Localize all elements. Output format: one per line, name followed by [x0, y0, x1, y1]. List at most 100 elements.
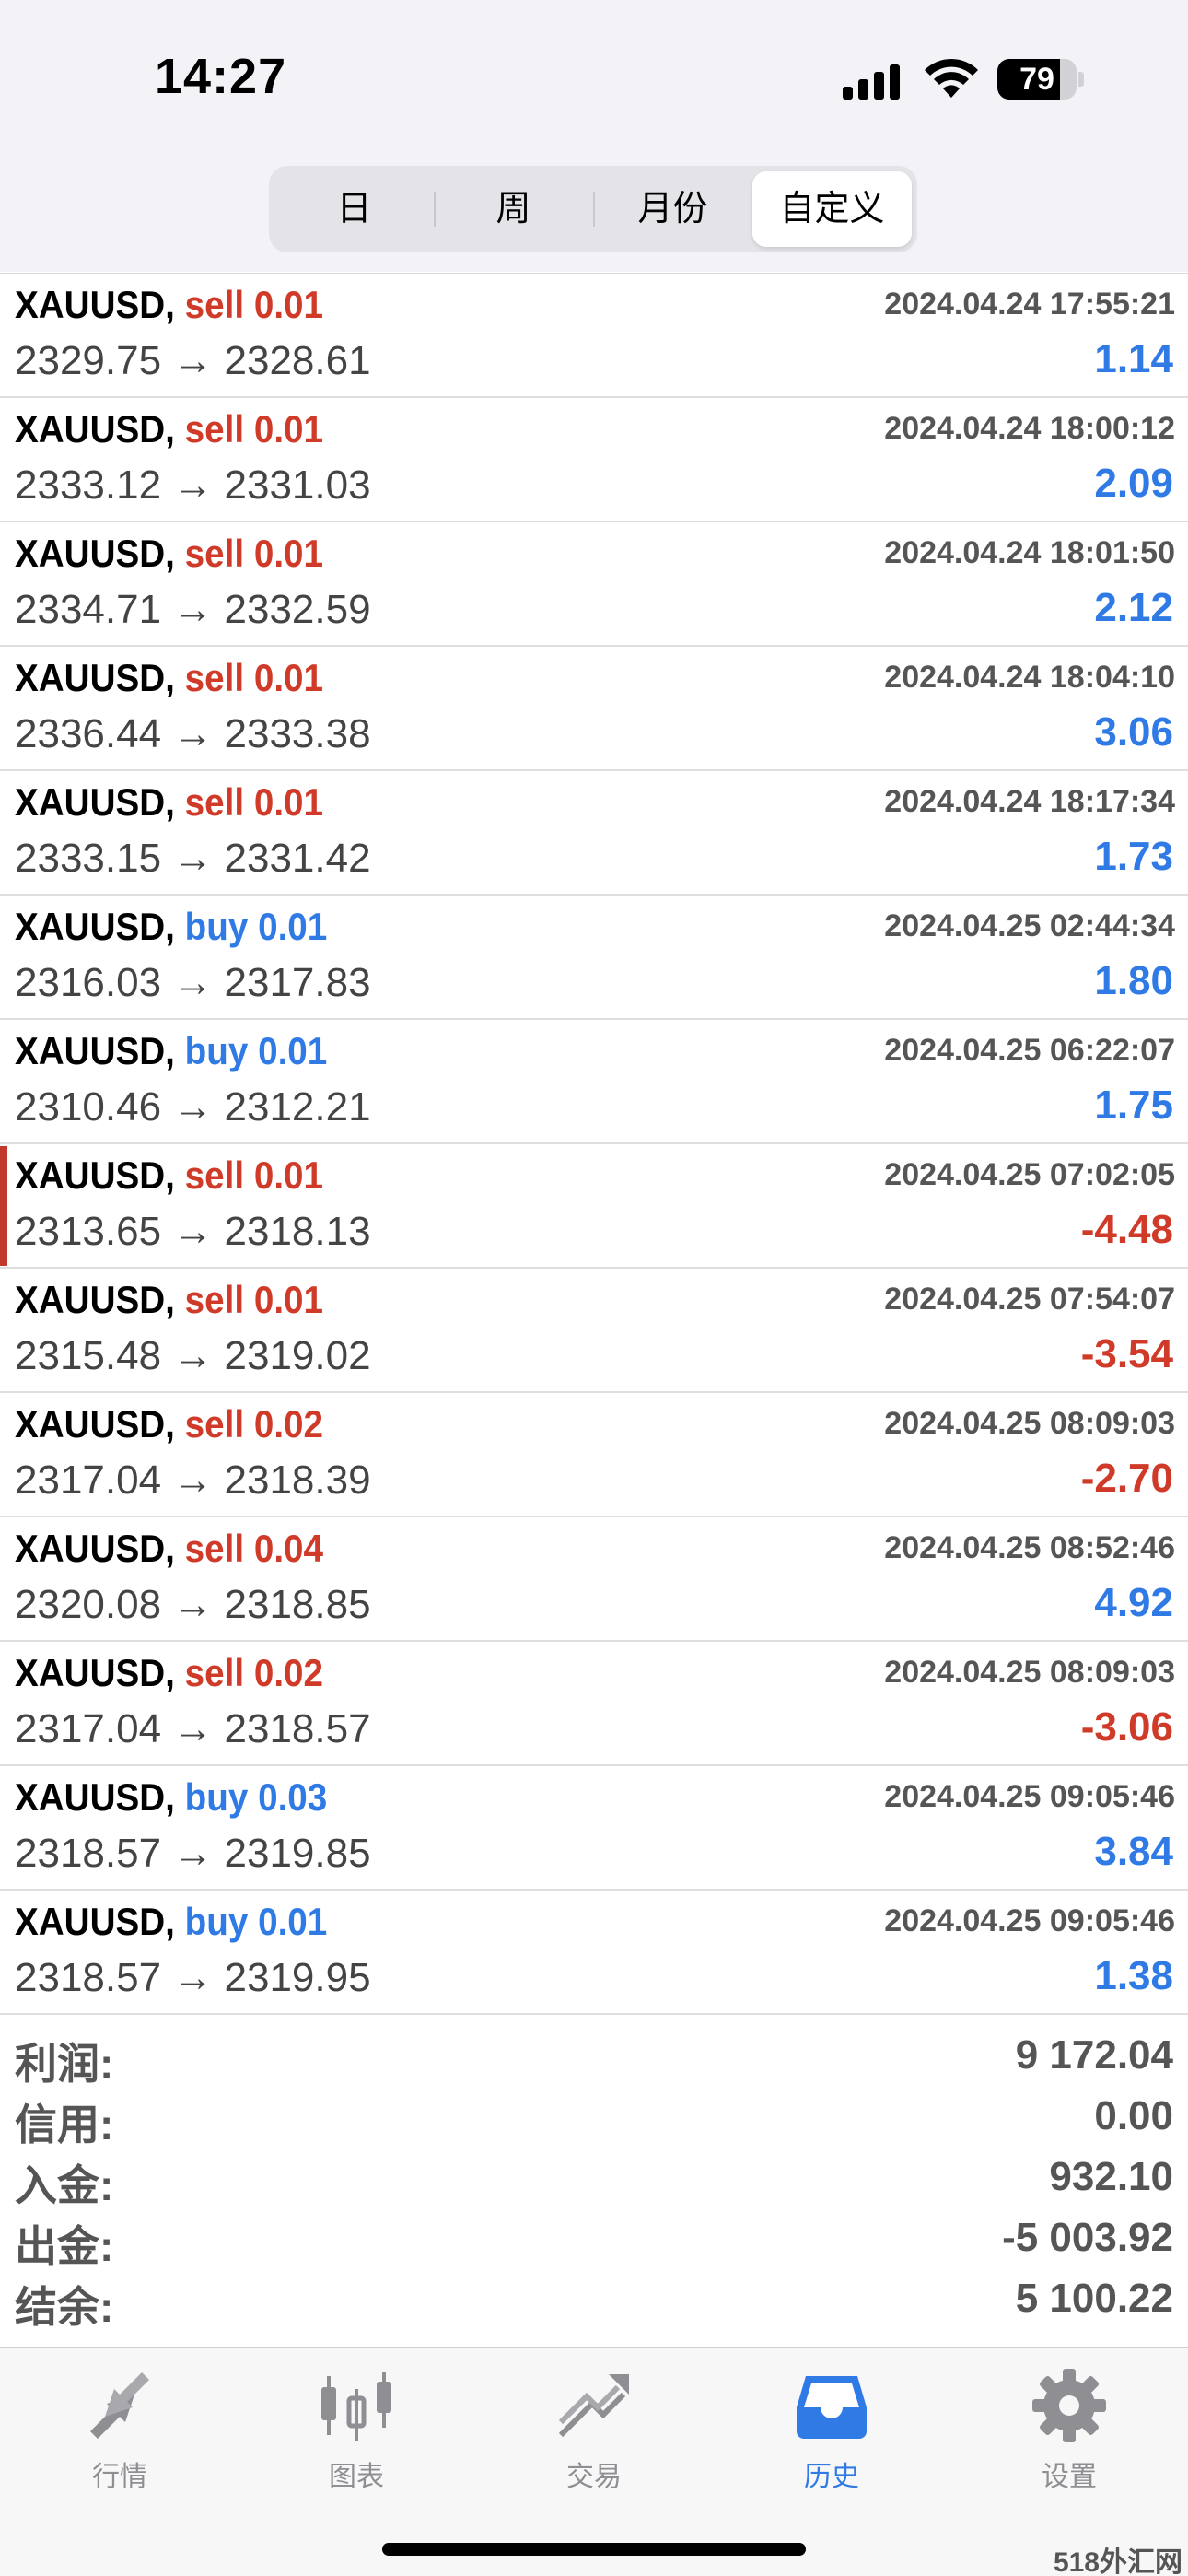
tab-label-settings: 设置	[1042, 2462, 1097, 2492]
summary-row: 出金: -5 003.92	[0, 2209, 1188, 2270]
trade-profit: -3.54	[1080, 1331, 1173, 1376]
tab-quotes[interactable]: 行情	[46, 2367, 193, 2494]
trade-time: 2024.04.24 18:04:10	[884, 660, 1175, 695]
trade-profit: 1.73	[1094, 834, 1173, 879]
trade-prices: 2315.48 → 2319.02	[15, 1333, 371, 1378]
header-area: 14:27 79 日 周 月份 自定义	[0, 0, 1188, 272]
summary-value: 932.10	[1049, 2154, 1173, 2199]
tab-history[interactable]: 历史	[758, 2367, 905, 2494]
trade-time: 2024.04.25 02:44:34	[884, 908, 1175, 943]
trade-time: 2024.04.25 09:05:46	[884, 1779, 1175, 1814]
trade-symbol: XAUUSD, sell 0.01	[15, 532, 323, 576]
segment-custom[interactable]: 自定义	[752, 171, 912, 247]
trade-symbol: XAUUSD, sell 0.01	[15, 1153, 323, 1198]
trade-side: buy 0.03	[184, 1775, 328, 1819]
trade-icon	[558, 2374, 629, 2438]
trade-time: 2024.04.24 18:01:50	[884, 535, 1175, 570]
summary-row: 结余: 5 100.22	[0, 2270, 1188, 2331]
summary-row: 利润: 9 172.04	[0, 2027, 1188, 2088]
symbol-text: XAUUSD,	[15, 283, 175, 326]
trade-prices: 2317.04 → 2318.57	[15, 1706, 371, 1751]
settings-icon	[1032, 2369, 1106, 2442]
trade-side: sell 0.01	[184, 780, 324, 824]
trade-prices: 2316.03 → 2317.83	[15, 960, 371, 1005]
trade-symbol: XAUUSD, sell 0.02	[15, 1651, 323, 1695]
trade-time: 2024.04.24 18:17:34	[884, 784, 1175, 819]
trade-time: 2024.04.25 09:05:46	[884, 1903, 1175, 1938]
trade-symbol: XAUUSD, sell 0.01	[15, 780, 323, 825]
trade-profit: -2.70	[1080, 1456, 1173, 1501]
trade-row[interactable]: XAUUSD, buy 0.01 2024.04.25 09:05:46 2318.…	[0, 1891, 1188, 2015]
trade-time: 2024.04.25 08:09:03	[884, 1655, 1175, 1690]
trade-side: sell 0.04	[184, 1527, 324, 1570]
summary-label: 利润:	[15, 2040, 114, 2088]
trade-profit: 2.09	[1094, 461, 1173, 506]
symbol-text: XAUUSD,	[15, 532, 175, 575]
tab-label-history: 历史	[804, 2462, 859, 2492]
trade-symbol: XAUUSD, sell 0.01	[15, 656, 323, 700]
trade-row[interactable]: XAUUSD, sell 0.02 2024.04.25 08:09:03 2317…	[0, 1642, 1188, 1766]
trade-profit: 1.75	[1094, 1083, 1173, 1128]
trade-history-list[interactable]: XAUUSD, sell 0.01 2024.04.24 17:55:21 2329…	[0, 273, 1188, 2015]
symbol-text: XAUUSD,	[15, 1153, 175, 1197]
trade-prices: 2336.44 → 2333.38	[15, 711, 371, 756]
chart-icon	[321, 2372, 391, 2441]
tab-trade[interactable]: 交易	[520, 2367, 668, 2494]
trade-row[interactable]: XAUUSD, sell 0.04 2024.04.25 08:52:46 2320…	[0, 1517, 1188, 1642]
trade-side: sell 0.01	[184, 1278, 324, 1321]
symbol-text: XAUUSD,	[15, 780, 175, 824]
symbol-text: XAUUSD,	[15, 905, 175, 948]
trade-prices: 2313.65 → 2318.13	[15, 1209, 371, 1254]
summary-row: 入金: 932.10	[0, 2149, 1188, 2209]
summary-label: 结余:	[15, 2283, 114, 2331]
summary-label: 入金:	[15, 2161, 114, 2209]
trade-profit: -4.48	[1080, 1207, 1173, 1252]
segment-day[interactable]: 日	[274, 171, 434, 247]
summary-row: 信用: 0.00	[0, 2088, 1188, 2149]
trade-side: sell 0.02	[184, 1402, 324, 1446]
home-indicator[interactable]	[382, 2543, 806, 2556]
trade-row[interactable]: XAUUSD, buy 0.03 2024.04.25 09:05:46 2318.…	[0, 1766, 1188, 1891]
trade-profit: 3.06	[1094, 709, 1173, 755]
tab-label-quotes: 行情	[92, 2462, 147, 2492]
trade-row[interactable]: XAUUSD, buy 0.01 2024.04.25 02:44:34 2316.…	[0, 896, 1188, 1020]
trade-time: 2024.04.25 08:09:03	[884, 1406, 1175, 1441]
trade-row[interactable]: XAUUSD, sell 0.01 2024.04.24 18:01:50 2334…	[0, 522, 1188, 647]
period-segmented-control[interactable]: 日 周 月份 自定义	[269, 166, 917, 252]
trade-row[interactable]: XAUUSD, sell 0.01 2024.04.24 17:55:21 2329…	[0, 274, 1188, 398]
tab-settings[interactable]: 设置	[996, 2367, 1143, 2494]
summary-value: 5 100.22	[1015, 2276, 1173, 2321]
trade-symbol: XAUUSD, buy 0.03	[15, 1775, 327, 1820]
trade-symbol: XAUUSD, sell 0.01	[15, 407, 323, 451]
trade-row[interactable]: XAUUSD, sell 0.01 2024.04.25 07:02:05 2313…	[0, 1144, 1188, 1269]
trade-row[interactable]: XAUUSD, sell 0.01 2024.04.24 18:17:34 2333…	[0, 771, 1188, 896]
status-time: 14:27	[155, 49, 287, 104]
battery-icon: 79	[997, 59, 1077, 100]
trade-time: 2024.04.25 08:52:46	[884, 1530, 1175, 1565]
trade-symbol: XAUUSD, sell 0.04	[15, 1527, 323, 1571]
trade-row[interactable]: XAUUSD, sell 0.01 2024.04.24 18:00:12 2333…	[0, 398, 1188, 522]
segment-week[interactable]: 周	[434, 171, 593, 247]
tab-chart[interactable]: 图表	[283, 2367, 430, 2494]
trade-profit: 2.12	[1094, 585, 1173, 630]
trade-side: sell 0.01	[184, 532, 324, 575]
trade-profit: 1.80	[1094, 958, 1173, 1003]
segment-month[interactable]: 月份	[593, 171, 752, 247]
trade-prices: 2310.46 → 2312.21	[15, 1084, 371, 1130]
summary-value: 9 172.04	[1015, 2032, 1173, 2078]
trade-row[interactable]: XAUUSD, sell 0.01 2024.04.24 18:04:10 2336…	[0, 647, 1188, 771]
trade-row[interactable]: XAUUSD, buy 0.01 2024.04.25 06:22:07 2310.…	[0, 1020, 1188, 1144]
symbol-text: XAUUSD,	[15, 1775, 175, 1819]
trade-row[interactable]: XAUUSD, sell 0.02 2024.04.25 08:09:03 2317…	[0, 1393, 1188, 1517]
trade-row[interactable]: XAUUSD, sell 0.01 2024.04.25 07:54:07 2315…	[0, 1269, 1188, 1393]
symbol-text: XAUUSD,	[15, 1527, 175, 1570]
symbol-text: XAUUSD,	[15, 407, 175, 451]
tab-bar: 行情 图表 交易 历史 设置	[0, 2347, 1188, 2576]
trade-profit: 1.38	[1094, 1953, 1173, 1998]
symbol-text: XAUUSD,	[15, 656, 175, 699]
trade-side: sell 0.01	[184, 1153, 324, 1197]
trade-profit: 4.92	[1094, 1580, 1173, 1625]
trade-side: sell 0.02	[184, 1651, 324, 1694]
account-summary: 利润: 9 172.04 信用: 0.00 入金: 932.10 出金: -5 003.92 结…	[0, 2027, 1188, 2331]
trade-symbol: XAUUSD, buy 0.01	[15, 1900, 327, 1944]
